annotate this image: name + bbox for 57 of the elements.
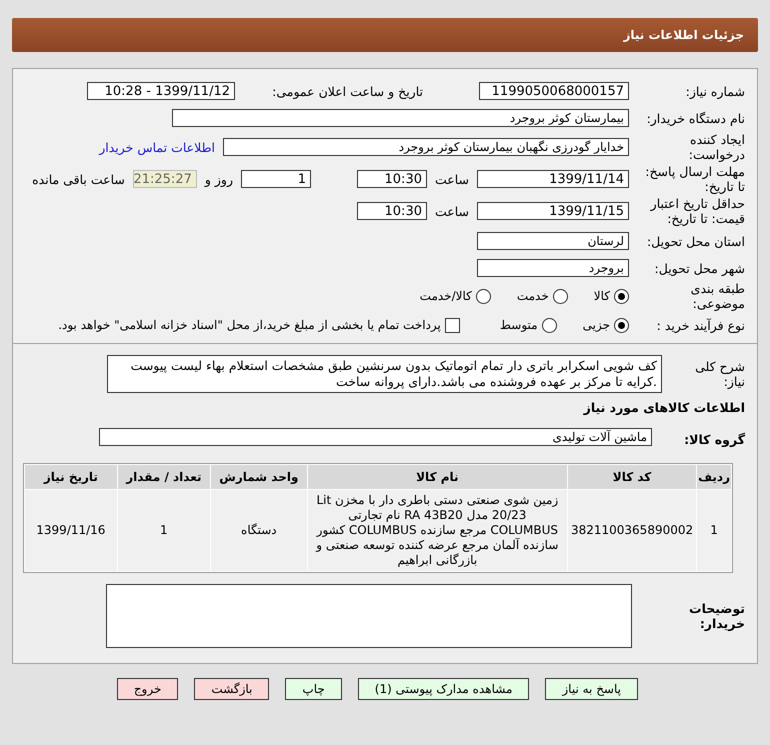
field-label: ایجاد کننده درخواست: (688, 132, 745, 162)
action-button[interactable]: بازگشت (194, 678, 270, 700)
action-button[interactable]: پاسخ به نیاز (545, 678, 638, 700)
field-label: طبقه بندی موضوعی: (690, 281, 745, 311)
validity-date-field: 1399/11/15 (477, 202, 629, 220)
column-header: ردیف (697, 465, 731, 489)
goods-group-field: ماشین آلات تولیدی (99, 428, 652, 446)
radio-option[interactable]: خدمت (516, 288, 568, 304)
radio-option[interactable]: کالا (594, 288, 629, 304)
field-label: شماره نیاز: (684, 84, 745, 98)
field-label: استان محل تحویل: (646, 234, 745, 248)
column-header: کد کالا (568, 465, 696, 489)
action-button[interactable]: چاپ (285, 678, 342, 700)
column-header: نام کالا (308, 465, 567, 489)
action-button[interactable]: خروج (116, 678, 178, 700)
table-cell: 1399/11/16 (25, 490, 117, 571)
city-field: بروجرد (477, 259, 629, 277)
validity-time-field: 10:30 (356, 202, 427, 220)
deadline-date-field: 1399/11/14 (477, 170, 629, 188)
radio-option[interactable]: کالا/خدمت (420, 288, 491, 304)
days-label: روز و (204, 172, 233, 186)
page-header: جزئیات اطلاعات نیاز (12, 18, 758, 52)
column-header: تعداد / مقدار (118, 465, 210, 489)
radio-option[interactable]: متوسط (500, 318, 557, 332)
table-cell: 1 (118, 490, 210, 571)
table-cell: 1 (697, 490, 731, 571)
field-label: گروه کالا: (683, 430, 745, 446)
radio-option[interactable]: جزیی (582, 318, 629, 332)
section-title: اطلاعات کالاهای مورد نیاز (582, 399, 745, 417)
province-field: لرستان (477, 232, 629, 250)
action-button[interactable]: مشاهده مدارک پیوستی (1) (358, 678, 530, 700)
field-label: نام دستگاه خریدار: (646, 110, 745, 126)
field-label: مهلت ارسال پاسخ: تا تاریخ: (644, 164, 745, 194)
payment-checkbox[interactable]: پرداخت تمام یا بخشی از مبلغ خرید،از محل "اسناد خزانه اسلامی" خواهد بود. (58, 318, 460, 332)
deadline-time-field: 10:30 (356, 170, 427, 188)
field-label: توضیحات خریدار: (688, 601, 745, 631)
field-label: نوع فرآیند خرید : (656, 318, 745, 332)
field-label: شهر محل تحویل: (654, 260, 745, 276)
days-field: 1 (240, 170, 311, 188)
announce-date-field: 1399/11/12 - 10:28 (87, 82, 235, 100)
need-number-field: 1199050068000157 (479, 82, 629, 100)
time-label: ساعت (434, 172, 469, 186)
remaining-time-field: 21:25:27 (132, 170, 197, 188)
remaining-label: ساعت باقی مانده (32, 172, 125, 186)
field-label: حداقل تاریخ اعتبار قیمت: تا تاریخ: (649, 196, 745, 226)
creator-field: خدایار گودرزی نگهبان بیمارستان کوثر بروجرد (223, 138, 629, 156)
buyer-org-field: بیمارستان کوثر بروجرد (172, 109, 629, 127)
column-header: تاریخ نیاز (25, 465, 117, 489)
table-cell: دستگاه (211, 490, 307, 571)
description-text: کف شویی اسکرابر باتری دار تمام اتوماتیک بدون سرنشین طبق مشخصات استعلام بهاء لیست پیوست .کرایه تا مرکز بر عهده فروشنده می باشد.دارای پروانه ساخت (107, 355, 662, 393)
field-label: تاریخ و ساعت اعلان عمومی: (271, 84, 423, 98)
time-label: ساعت (434, 204, 469, 218)
table-cell: 3821100365890002 (568, 490, 696, 571)
buyer-contact-link[interactable]: اطلاعات تماس خریدار (99, 140, 215, 154)
field-label: شرح کلی نیاز: (694, 359, 745, 389)
column-header: واحد شمارش (211, 465, 307, 489)
table-cell: زمین شوی صنعتی دستی باطری دار با مخزن Lit 20/23 مدل RA 43B20 نام تجارتی COLUMBUS مرجع سازنده COLUMBUS کشور سازنده آلمان مرجع عرضه کننده توسعه صنعتی و بازرگانی ابراهیم (308, 490, 567, 571)
